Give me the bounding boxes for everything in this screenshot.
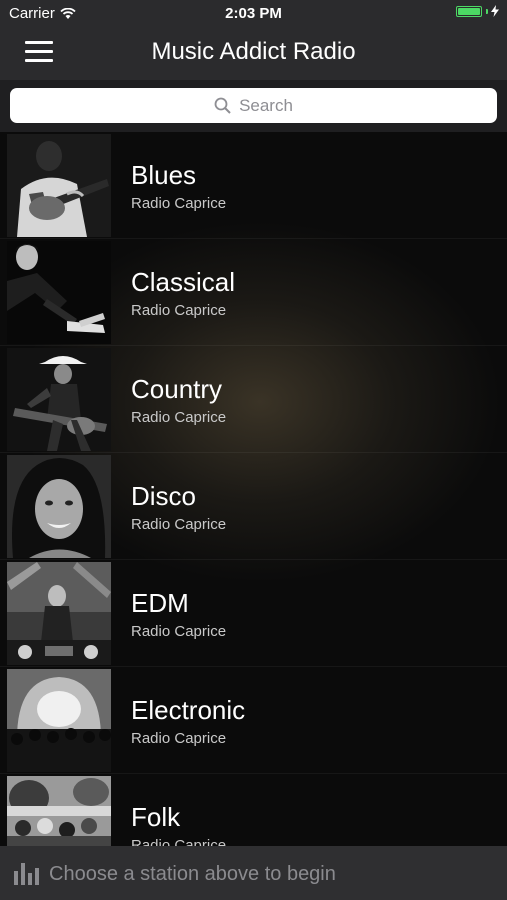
station-row-electronic[interactable]: Electronic Radio Caprice bbox=[0, 667, 507, 774]
status-time: 2:03 PM bbox=[225, 5, 282, 22]
search-input[interactable]: Search bbox=[10, 88, 497, 123]
station-provider: Radio Caprice bbox=[131, 837, 227, 846]
edm-thumbnail bbox=[7, 562, 111, 665]
station-row-folk[interactable]: Folk Radio Caprice bbox=[0, 774, 507, 846]
equalizer-icon bbox=[14, 863, 39, 885]
battery-tip bbox=[486, 8, 488, 14]
station-name: Folk bbox=[131, 802, 181, 832]
search-icon bbox=[214, 97, 231, 114]
search-bar: Search bbox=[0, 80, 507, 132]
station-name: EDM bbox=[131, 588, 189, 618]
classical-thumbnail bbox=[7, 241, 111, 344]
navigation-bar: Music Addict Radio bbox=[0, 28, 507, 80]
station-name: Country bbox=[131, 374, 223, 404]
battery-fill bbox=[458, 7, 480, 15]
station-list[interactable]: Blues Radio Caprice Classical Radio Capr… bbox=[0, 132, 507, 846]
player-bar[interactable]: Choose a station above to begin bbox=[0, 846, 507, 900]
station-row-blues[interactable]: Blues Radio Caprice bbox=[0, 132, 507, 239]
status-bar: Carrier 2:03 PM bbox=[0, 0, 507, 28]
station-name: Classical bbox=[131, 267, 236, 297]
station-name: Disco bbox=[131, 481, 197, 511]
station-provider: Radio Caprice bbox=[131, 623, 227, 640]
folk-thumbnail bbox=[7, 776, 111, 846]
status-right bbox=[456, 5, 499, 17]
blues-thumbnail bbox=[7, 134, 111, 237]
station-provider: Radio Caprice bbox=[131, 409, 227, 426]
player-status-text: Choose a station above to begin bbox=[49, 863, 336, 885]
station-row-country[interactable]: Country Radio Caprice bbox=[0, 346, 507, 453]
country-thumbnail bbox=[7, 348, 111, 451]
battery-icon bbox=[456, 5, 482, 17]
charging-bolt-icon bbox=[491, 5, 499, 17]
station-name: Blues bbox=[131, 160, 197, 190]
station-provider: Radio Caprice bbox=[131, 730, 227, 747]
station-row-edm[interactable]: EDM Radio Caprice bbox=[0, 560, 507, 667]
disco-thumbnail bbox=[7, 455, 111, 558]
search-placeholder: Search bbox=[239, 95, 293, 115]
station-name: Electronic bbox=[131, 695, 246, 725]
station-row-classical[interactable]: Classical Radio Caprice bbox=[0, 239, 507, 346]
station-provider: Radio Caprice bbox=[131, 516, 227, 533]
station-provider: Radio Caprice bbox=[131, 302, 227, 319]
station-provider: Radio Caprice bbox=[131, 195, 227, 212]
page-title: Music Addict Radio bbox=[151, 38, 356, 65]
electronic-thumbnail bbox=[7, 669, 111, 772]
station-row-disco[interactable]: Disco Radio Caprice bbox=[0, 453, 507, 560]
